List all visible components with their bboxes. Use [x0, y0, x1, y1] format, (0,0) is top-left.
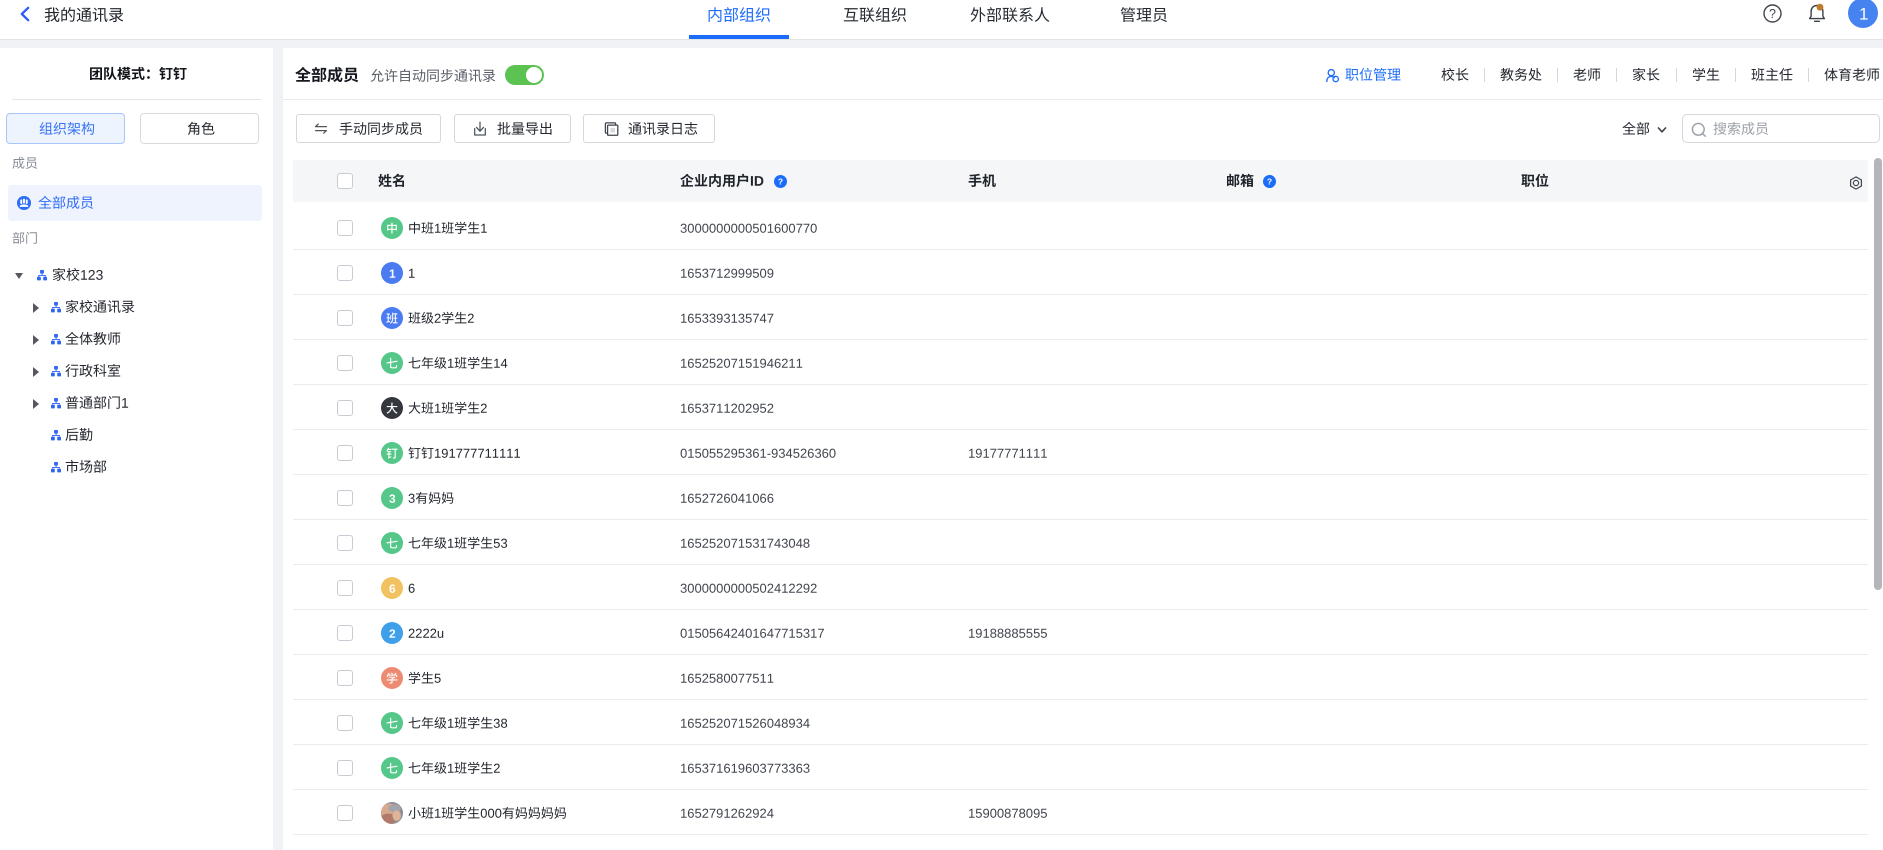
svg-text:?: ?	[1769, 7, 1776, 21]
svg-text:?: ?	[778, 176, 783, 186]
svg-text:?: ?	[1267, 176, 1272, 186]
